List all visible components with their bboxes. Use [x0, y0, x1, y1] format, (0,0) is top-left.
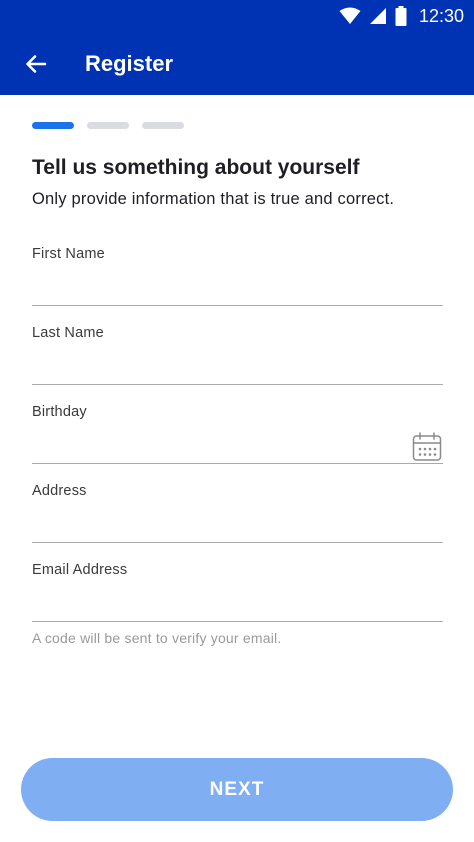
- step-indicator-2: [87, 122, 129, 129]
- email-field[interactable]: Email Address: [32, 562, 443, 622]
- first-name-field[interactable]: First Name: [32, 246, 443, 306]
- calendar-icon: [412, 432, 442, 461]
- last-name-label: Last Name: [32, 325, 104, 341]
- birthday-label: Birthday: [32, 404, 87, 420]
- back-button[interactable]: [18, 46, 54, 82]
- step-indicator-1: [32, 122, 74, 129]
- app-bar: Register: [0, 32, 474, 95]
- email-label: Email Address: [32, 562, 128, 578]
- address-label: Address: [32, 483, 87, 499]
- address-input[interactable]: [32, 507, 402, 539]
- status-icons: 12:30: [339, 0, 464, 32]
- next-button[interactable]: NEXT: [21, 758, 453, 821]
- step-indicator-3: [142, 122, 184, 129]
- form-heading: Tell us something about yourself: [32, 156, 360, 179]
- address-field[interactable]: Address: [32, 483, 443, 543]
- email-helper-text: A code will be sent to verify your email…: [32, 630, 282, 646]
- step-progress-indicator: [32, 122, 184, 129]
- status-bar: 12:30: [0, 0, 474, 32]
- back-arrow-icon: [26, 55, 47, 73]
- page-title: Register: [85, 51, 174, 76]
- last-name-input[interactable]: [32, 349, 402, 381]
- form-subheading: Only provide information that is true an…: [32, 190, 395, 208]
- battery-icon: [395, 6, 407, 26]
- signal-icon: [369, 8, 386, 24]
- last-name-field[interactable]: Last Name: [32, 325, 443, 385]
- first-name-label: First Name: [32, 246, 105, 262]
- email-input[interactable]: [32, 586, 402, 618]
- birthday-input[interactable]: [32, 428, 402, 460]
- wifi-icon: [339, 7, 361, 24]
- status-time: 12:30: [418, 5, 464, 26]
- calendar-button[interactable]: [412, 432, 442, 462]
- birthday-field[interactable]: Birthday: [32, 404, 443, 464]
- first-name-input[interactable]: [32, 270, 402, 302]
